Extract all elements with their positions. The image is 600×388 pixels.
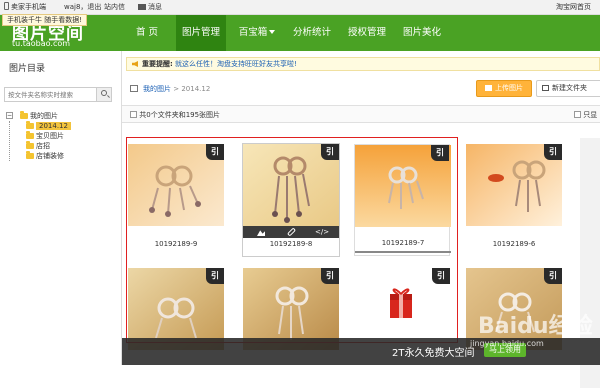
search-button[interactable] <box>96 88 111 101</box>
filter-only[interactable]: 只显 <box>574 110 597 120</box>
tree-item-label: 宝贝图片 <box>36 132 64 140</box>
mobile-seller-link[interactable]: 卖家手机端 <box>4 2 46 12</box>
reference-badge: 引 <box>206 144 224 160</box>
phone-icon <box>4 2 9 10</box>
tree-connector <box>9 121 10 161</box>
image-caption[interactable]: 10192189-7 <box>355 239 451 253</box>
user-logout-link[interactable]: waj8，退出 <box>64 2 101 12</box>
folder-tree: − 我的图片 2014.12 宝贝图片 店招 店铺装修 <box>6 111 71 161</box>
collapse-icon[interactable]: − <box>6 112 13 119</box>
baidu-watermark-url: jingyan.baidu.com <box>470 339 544 348</box>
nav-image-management[interactable]: 图片管理 <box>176 15 226 51</box>
new-folder-button[interactable]: 新建文件夹 <box>536 80 600 97</box>
qianniu-tooltip[interactable]: 手机装千牛 随手看数据! <box>2 14 88 26</box>
notice-link[interactable]: 就这么任性！淘盘支持旺旺好友共享啦! <box>175 60 297 68</box>
link-icon[interactable] <box>286 227 297 237</box>
tree-item-root[interactable]: − 我的图片 <box>6 111 71 121</box>
speaker-icon <box>132 61 138 67</box>
messages-label: 消息 <box>148 3 162 11</box>
folder-icon <box>26 141 34 149</box>
nav-image-beautify[interactable]: 图片美化 <box>398 15 446 51</box>
image-tile[interactable]: 引 10192189-6 <box>466 144 562 256</box>
tree-item-product-images[interactable]: 宝贝图片 <box>12 131 71 141</box>
nav-toolbox-label: 百宝箱 <box>238 27 268 38</box>
tree-item-label: 2014.12 <box>36 122 71 130</box>
new-folder-icon <box>542 85 549 91</box>
notice-bar: 重要提醒: 就这么任性！淘盘支持旺旺好友共享啦! <box>126 57 600 71</box>
chevron-down-icon <box>269 30 276 34</box>
code-icon[interactable]: </> <box>315 228 329 236</box>
image-tile[interactable]: 引 10192189-7 <box>354 144 451 256</box>
filter-checkbox[interactable] <box>574 111 581 118</box>
reference-badge: 引 <box>432 268 450 284</box>
folder-icon <box>20 111 28 119</box>
breadcrumb: 我的图片 > 2014.12 <box>130 84 210 94</box>
item-count-text: 共0个文件夹和195张图片 <box>139 111 221 119</box>
messages-link[interactable]: 消息 <box>138 2 162 12</box>
image-edit-icon[interactable] <box>257 230 265 236</box>
select-all-checkbox[interactable] <box>130 111 137 118</box>
folder-icon <box>26 131 34 139</box>
nav-home[interactable]: 首 页 <box>123 15 171 51</box>
mobile-seller-label: 卖家手机端 <box>11 3 46 11</box>
tree-item-label: 店铺装修 <box>36 152 64 160</box>
image-caption[interactable]: 10192189-9 <box>128 240 224 248</box>
sidebar-title: 图片目录 <box>9 64 46 74</box>
tree-item-shop-decoration[interactable]: 店铺装修 <box>12 151 71 161</box>
image-icon <box>130 85 138 92</box>
tree-item-label: 我的图片 <box>30 112 58 120</box>
upload-icon <box>485 85 492 91</box>
tree-item-shop-sign[interactable]: 店招 <box>12 141 71 151</box>
sidebar: 图片目录 − 我的图片 2014.12 宝贝图片 店招 店铺装修 <box>0 51 122 365</box>
new-folder-label: 新建文件夹 <box>552 84 587 92</box>
reference-badge: 引 <box>321 144 339 160</box>
nav-authorization[interactable]: 授权管理 <box>343 15 391 51</box>
promo-text: 2T永久免费大空间 <box>392 348 475 359</box>
baidu-watermark: Baidu经验 <box>478 314 593 339</box>
folder-icon <box>26 121 34 129</box>
reference-badge: 引 <box>206 268 224 284</box>
top-bar: 卖家手机端 waj8，退出 站内信 消息 淘宝网首页 <box>0 0 600 15</box>
main-header: 图片空间 tu.taobao.com 首 页 图片管理 百宝箱 分析统计 授权管… <box>0 15 600 51</box>
nav-analytics[interactable]: 分析统计 <box>288 15 336 51</box>
image-caption[interactable]: 10192189-8 <box>243 240 339 248</box>
nav-toolbox[interactable]: 百宝箱 <box>232 15 282 51</box>
reference-badge: 引 <box>544 268 562 284</box>
upload-label: 上传图片 <box>495 84 523 92</box>
taobao-home-link[interactable]: 淘宝网首页 <box>556 2 591 12</box>
reference-badge: 引 <box>431 145 449 161</box>
tile-actions: </> <box>243 226 339 238</box>
notice-label: 重要提醒: <box>142 60 173 68</box>
reference-badge: 引 <box>321 268 339 284</box>
reference-badge: 引 <box>544 144 562 160</box>
inbox-link[interactable]: 站内信 <box>104 2 125 12</box>
message-icon <box>138 4 146 10</box>
upload-button[interactable]: 上传图片 <box>476 80 532 97</box>
folder-search <box>4 87 112 102</box>
breadcrumb-separator: > <box>173 85 180 93</box>
folder-search-input[interactable] <box>5 88 93 101</box>
list-toolbar: 共0个文件夹和195张图片 只显 <box>122 105 600 123</box>
image-tile[interactable]: 引 10192189-9 <box>128 144 224 256</box>
image-tile[interactable]: 引 </> 10192189-8 <box>242 143 340 257</box>
search-icon <box>101 90 107 96</box>
logo-subtitle: tu.taobao.com <box>12 39 71 48</box>
tree-item-label: 店招 <box>36 142 50 150</box>
breadcrumb-root[interactable]: 我的图片 <box>143 85 171 93</box>
tree-item-2014-12[interactable]: 2014.12 <box>12 121 71 131</box>
select-all[interactable]: 共0个文件夹和195张图片 <box>130 110 220 120</box>
filter-label: 只显 <box>583 111 598 119</box>
folder-icon <box>26 151 34 159</box>
image-caption[interactable]: 10192189-6 <box>466 240 562 248</box>
breadcrumb-current: 2014.12 <box>181 85 211 93</box>
